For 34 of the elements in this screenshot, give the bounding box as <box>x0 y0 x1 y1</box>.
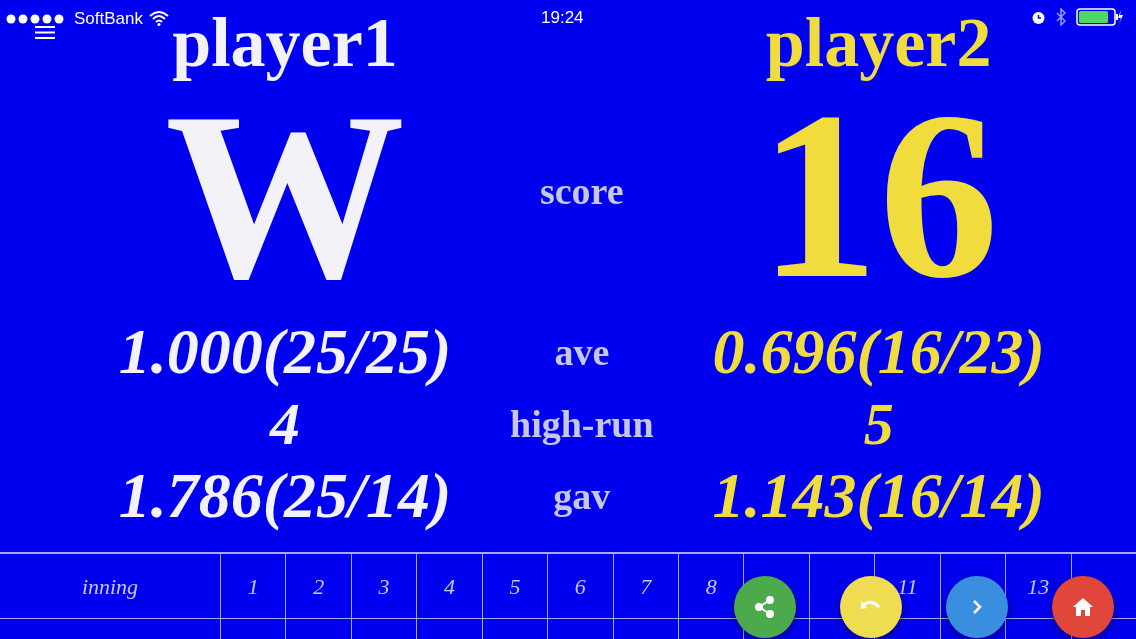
high-run-value: 4 <box>268 394 301 454</box>
menu-icon[interactable] <box>35 26 55 39</box>
score-label: score <box>538 168 625 214</box>
alarm-icon <box>1031 9 1046 25</box>
clock-time: 19:24 <box>541 9 584 26</box>
share-button[interactable] <box>734 576 796 638</box>
home-icon <box>1072 597 1094 617</box>
score-cell-text: 8 <box>705 572 717 601</box>
score-cell-text: 7 <box>640 572 652 601</box>
high-run-label: high-run <box>510 401 654 447</box>
average-label: ave <box>553 329 611 375</box>
wifi-icon <box>149 11 169 26</box>
carrier-name: SoftBank <box>74 10 143 27</box>
score-cell-text: 1 <box>247 572 259 601</box>
score-cell-text: 11 <box>897 572 918 601</box>
score-cell-text: 13 <box>1027 572 1050 601</box>
score-cell-text: 6 <box>574 572 586 601</box>
next-button[interactable] <box>946 576 1008 638</box>
player-score: 16 <box>757 90 1000 300</box>
row-header: inning <box>81 572 139 601</box>
battery-icon <box>1076 8 1124 26</box>
high-run-value: 5 <box>862 394 895 454</box>
player-name: player2 <box>765 4 992 82</box>
general-average-label: gav <box>552 473 612 519</box>
share-icon <box>755 596 775 618</box>
score-cell-text: 5 <box>509 572 521 601</box>
bluetooth-icon <box>1056 8 1066 26</box>
score-cell-text: 2 <box>313 572 325 601</box>
score-cell-text: 4 <box>444 572 455 601</box>
home-button[interactable] <box>1052 576 1114 638</box>
player-name: player1 <box>172 4 398 82</box>
score-cell-text: 3 <box>378 572 390 601</box>
chevron-right-icon <box>971 599 983 615</box>
player-score: W <box>164 90 406 300</box>
